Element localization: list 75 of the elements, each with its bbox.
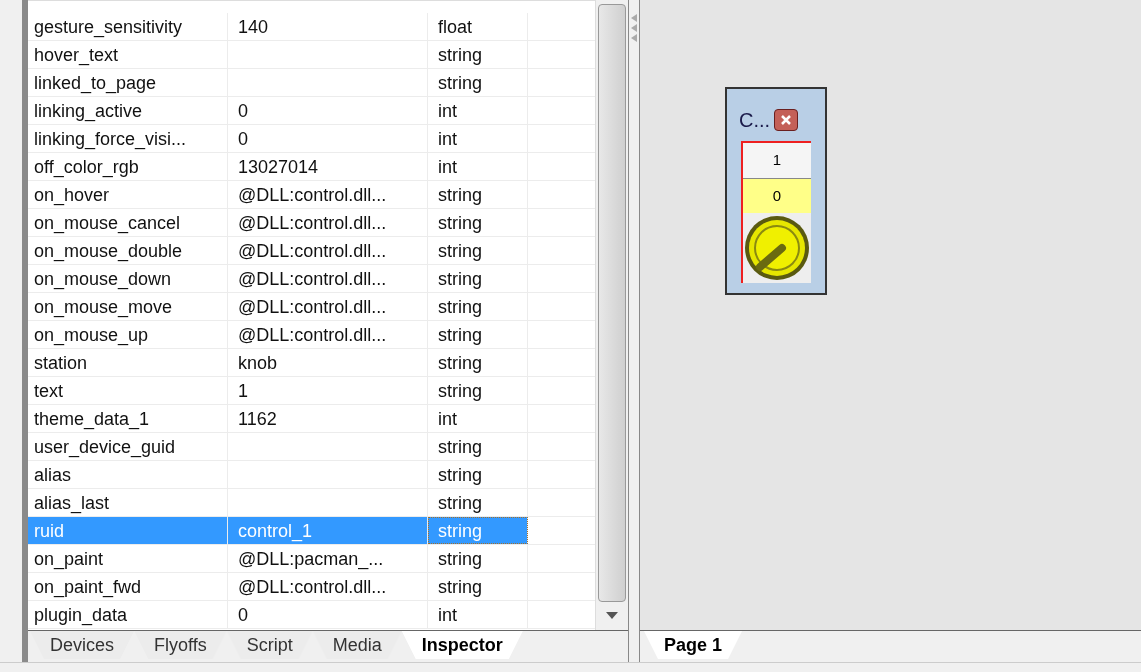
control-window[interactable]: C... 1 0 <box>725 87 827 295</box>
panel-tab[interactable]: Inspector <box>401 631 523 659</box>
property-name[interactable]: on_mouse_move <box>28 293 228 320</box>
property-name[interactable]: plugin_data <box>28 601 228 628</box>
scrollbar[interactable] <box>595 0 628 630</box>
property-type: string <box>437 213 482 233</box>
property-name[interactable]: alias_last <box>28 489 228 516</box>
property-name[interactable]: on_mouse_down <box>28 265 228 292</box>
property-value: knob <box>237 353 278 373</box>
property-name[interactable]: linking_active <box>28 97 228 124</box>
property-name[interactable]: linking_force_visi... <box>28 125 228 152</box>
property-name[interactable]: off_color_rgb <box>28 153 228 180</box>
property-value: 13027014 <box>237 157 319 177</box>
panel-tab[interactable]: Media <box>312 631 402 659</box>
property-value: @DLL:control.dll... <box>237 185 387 205</box>
text-display: 1 <box>743 143 811 179</box>
property-value: @DLL:control.dll... <box>237 577 387 597</box>
window-title: C... <box>739 108 771 133</box>
scroll-down-icon[interactable] <box>606 612 618 620</box>
property-type: string <box>437 353 482 373</box>
panel-tab[interactable]: Page 1 <box>644 631 743 659</box>
property-type: string <box>437 325 482 345</box>
property-type: string <box>437 297 482 317</box>
property-type: string <box>437 269 482 289</box>
property-name[interactable]: on_mouse_up <box>28 321 228 348</box>
property-type: string <box>437 465 482 485</box>
property-name[interactable]: user_device_guid <box>28 433 228 460</box>
close-icon <box>781 115 792 125</box>
property-value: 0 <box>237 101 248 121</box>
property-type: string <box>437 549 482 569</box>
property-type: int <box>437 129 457 149</box>
property-name[interactable]: station <box>28 349 228 376</box>
property-name[interactable]: hover_text <box>28 41 228 68</box>
property-name[interactable]: on_paint <box>28 545 228 572</box>
property-value: @DLL:control.dll... <box>237 297 387 317</box>
property-name[interactable]: on_mouse_double <box>28 237 228 264</box>
panel-tab[interactable]: Script <box>226 631 313 659</box>
property-name[interactable]: linked_to_page <box>28 69 228 96</box>
property-value: 1162 <box>237 409 277 429</box>
property-name[interactable]: on_paint_fwd <box>28 573 228 600</box>
property-type: float <box>437 17 473 37</box>
property-value: @DLL:control.dll... <box>237 325 387 345</box>
property-type: int <box>437 157 457 177</box>
panel-tab[interactable]: Devices <box>30 631 135 659</box>
property-value: @DLL:control.dll... <box>237 241 387 261</box>
property-type: string <box>437 241 482 261</box>
property-type: int <box>437 605 457 625</box>
property-type: string <box>437 493 482 513</box>
value-display: 0 <box>743 179 811 213</box>
property-name[interactable]: theme_data_1 <box>28 405 228 432</box>
close-button[interactable] <box>774 109 799 131</box>
property-type: int <box>437 409 457 429</box>
property-name[interactable]: alias <box>28 461 228 488</box>
property-value: @DLL:control.dll... <box>237 269 387 289</box>
property-name[interactable]: on_hover <box>28 181 228 208</box>
property-value: 0 <box>237 605 248 625</box>
property-value: @DLL:pacman_... <box>237 549 384 569</box>
property-name[interactable]: gesture_sensitivity <box>28 13 228 40</box>
property-type: int <box>437 101 457 121</box>
property-type: string <box>437 437 482 457</box>
property-type: string <box>437 381 482 401</box>
property-value: @DLL:control.dll... <box>237 213 387 233</box>
property-name[interactable]: text <box>28 377 228 404</box>
property-type: string <box>437 521 482 541</box>
property-type: string <box>437 577 482 597</box>
property-type: string <box>437 185 482 205</box>
property-value: 1 <box>237 381 248 401</box>
property-type: string <box>437 45 482 65</box>
property-type: string <box>437 73 482 93</box>
knob-icon[interactable] <box>744 215 810 281</box>
property-value: control_1 <box>237 521 313 541</box>
property-name[interactable]: on_mouse_cancel <box>28 209 228 236</box>
panel-tab[interactable]: Flyoffs <box>134 631 227 659</box>
property-value: 140 <box>237 17 269 37</box>
property-value: 0 <box>237 129 248 149</box>
